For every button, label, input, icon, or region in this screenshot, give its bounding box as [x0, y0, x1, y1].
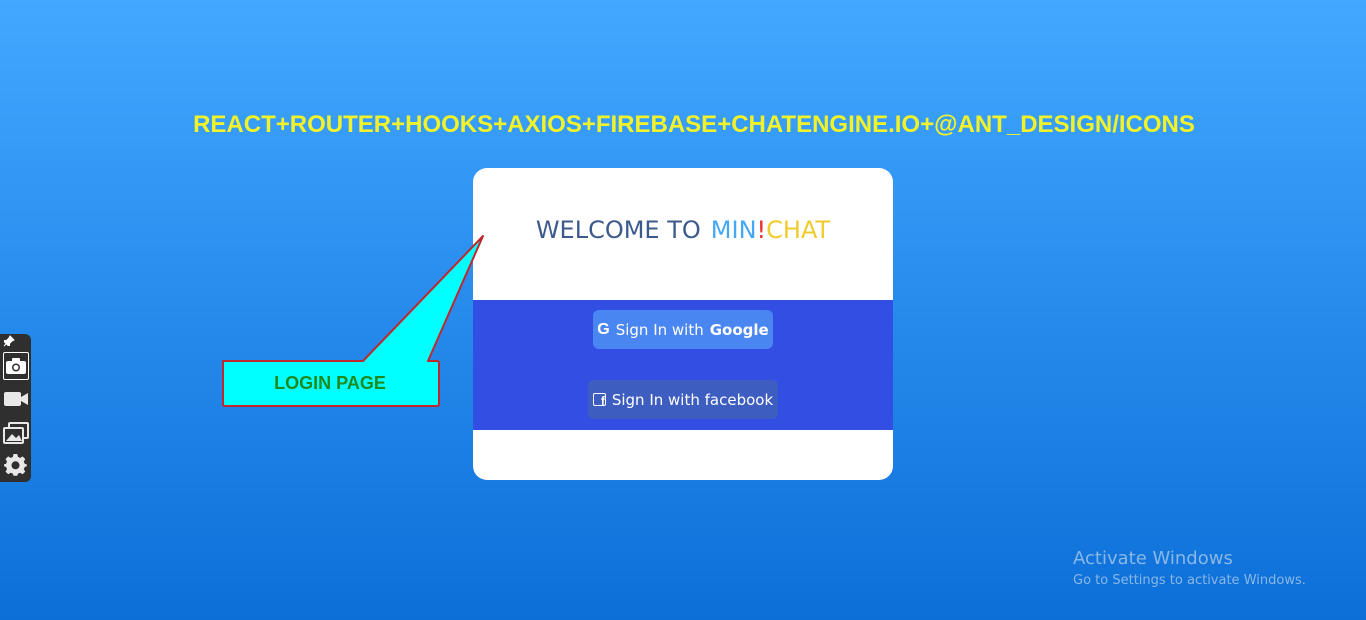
gallery-icon[interactable]	[3, 420, 29, 446]
login-card: WELCOME TO MIN!CHAT G Sign In with Google…	[473, 168, 893, 480]
windows-watermark-title: Activate Windows	[1073, 548, 1233, 569]
google-button-prefix: Sign In with	[615, 320, 704, 339]
brand-bang: !	[756, 216, 767, 244]
facebook-sign-in-button[interactable]: Sign In with facebook	[588, 380, 778, 419]
settings-icon[interactable]	[3, 452, 29, 478]
welcome-text: WELCOME TO	[535, 216, 701, 244]
tech-stack-title: REACT+ROUTER+HOOKS+AXIOS+FIREBASE+CHATEN…	[193, 111, 1195, 138]
video-icon[interactable]	[3, 386, 29, 412]
facebook-icon	[592, 393, 606, 408]
windows-watermark-subtitle: Go to Settings to activate Windows.	[1073, 573, 1306, 588]
google-button-provider: Google	[709, 320, 769, 339]
brand-min: MIN	[710, 216, 757, 244]
google-sign-in-button[interactable]: G Sign In with Google	[593, 310, 773, 349]
brand-chat: CHAT	[766, 216, 831, 244]
callout-label: LOGIN PAGE	[274, 373, 386, 393]
capture-toolbar	[0, 334, 31, 482]
pin-icon[interactable]	[2, 334, 16, 348]
welcome-heading: WELCOME TO MIN!CHAT	[473, 216, 893, 244]
sign-in-band: G Sign In with Google Sign In with faceb…	[473, 300, 893, 430]
facebook-button-label: Sign In with facebook	[611, 390, 774, 409]
google-icon: G	[597, 320, 610, 338]
camera-icon[interactable]	[3, 352, 29, 380]
